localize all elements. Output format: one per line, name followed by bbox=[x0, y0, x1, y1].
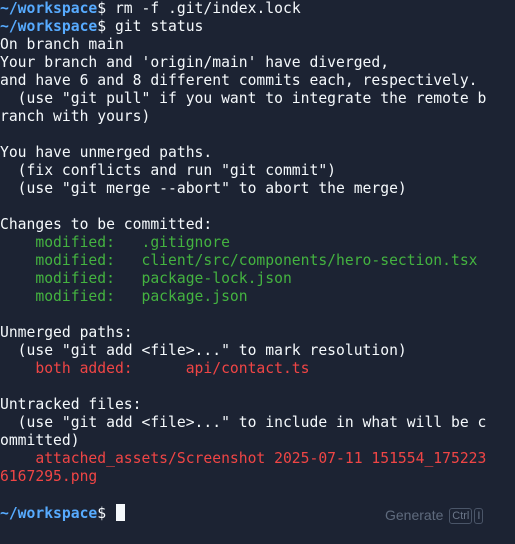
section-heading-unmerged: Unmerged paths: bbox=[0, 324, 133, 341]
prompt-symbol: $ bbox=[97, 18, 107, 35]
prompt-path: ~/workspace bbox=[0, 18, 98, 35]
staged-file: modified: .gitignore bbox=[0, 234, 230, 251]
untracked-file: attached_assets/Screenshot 2025-07-11 15… bbox=[0, 450, 487, 467]
generate-label: Generate bbox=[385, 507, 444, 523]
prompt-path: ~/workspace bbox=[0, 505, 98, 522]
output-line: (fix conflicts and run "git commit") bbox=[0, 162, 337, 179]
command-line-1: ~/workspace$ rm -f .git/index.lock bbox=[0, 0, 301, 18]
command-line-2: ~/workspace$ git status bbox=[0, 18, 203, 36]
section-heading-untracked: Untracked files: bbox=[0, 396, 142, 413]
untracked-file: 6167295.png bbox=[0, 468, 98, 485]
output-line: (use "git merge --abort" to abort the me… bbox=[0, 180, 407, 197]
output-line: Your branch and 'origin/main' have diver… bbox=[0, 54, 390, 71]
output-line: On branch main bbox=[0, 36, 124, 53]
ctrl-key-badge: Ctrl bbox=[449, 508, 473, 524]
output-line: ranch with yours) bbox=[0, 108, 151, 125]
text-cursor bbox=[115, 504, 125, 521]
command-text: rm -f .git/index.lock bbox=[114, 0, 301, 17]
output-line: ommitted) bbox=[0, 432, 80, 449]
terminal[interactable]: ~/workspace$ rm -f .git/index.lock ~/wor… bbox=[0, 0, 515, 544]
staged-file: modified: package-lock.json bbox=[0, 270, 292, 287]
output-line: (use "git add <file>..." to mark resolut… bbox=[0, 342, 407, 359]
output-line: You have unmerged paths. bbox=[0, 144, 213, 161]
prompt-symbol: $ bbox=[97, 0, 107, 17]
prompt-symbol: $ bbox=[97, 505, 107, 522]
generate-hint[interactable]: Generate Ctrl I bbox=[385, 505, 484, 525]
section-heading-staged: Changes to be committed: bbox=[0, 216, 213, 233]
unmerged-file: both added: api/contact.ts bbox=[0, 360, 310, 377]
prompt-path: ~/workspace bbox=[0, 0, 98, 17]
output-line: (use "git add <file>..." to include in w… bbox=[0, 414, 487, 431]
staged-file: modified: package.json bbox=[0, 288, 248, 305]
output-line: (use "git pull" if you want to integrate… bbox=[0, 90, 487, 107]
output-line: and have 6 and 8 different commits each,… bbox=[0, 72, 478, 89]
i-key-badge: I bbox=[474, 508, 484, 524]
active-prompt-line[interactable]: ~/workspace$ bbox=[0, 504, 125, 522]
staged-file: modified: client/src/components/hero-sec… bbox=[0, 252, 478, 269]
command-text: git status bbox=[114, 18, 204, 35]
